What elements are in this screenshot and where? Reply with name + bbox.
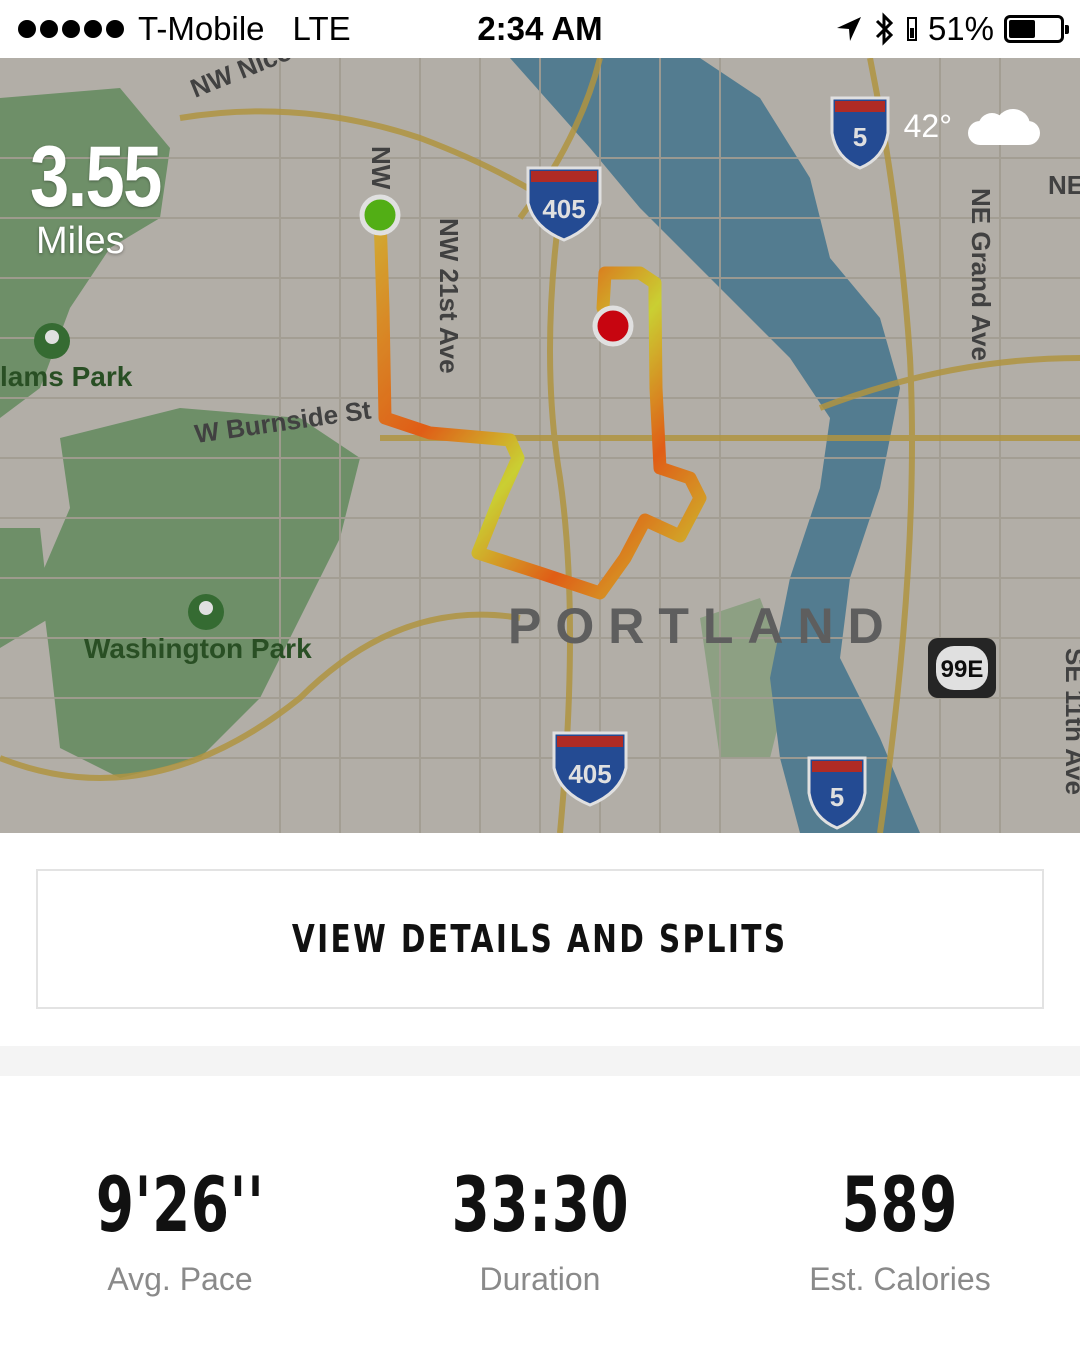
svg-text:405: 405 [542,194,585,224]
battery-fill [1009,20,1035,38]
stat-label: Duration [479,1261,601,1297]
distance-value: 3.55 [30,129,162,225]
stat-avg-pace: 9'26'' Avg. Pace [0,1160,360,1298]
stat-label: Est. Calories [809,1261,991,1297]
map-label-portland: PORTLAND [508,598,898,654]
stat-label: Avg. Pace [107,1261,253,1297]
view-details-label: VIEW DETAILS AND SPLITS [292,917,788,961]
svg-text:99E: 99E [941,656,984,683]
map-label-ne: NE [1048,170,1080,200]
map-canvas: NW Nicolai NW NW 21st Ave W Burnside St … [0,58,1080,833]
stat-value: 9'26'' [95,1160,265,1249]
route-map[interactable]: NW Nicolai NW NW 21st Ave W Burnside St … [0,58,1080,833]
cloud-icon [968,108,1040,145]
bluetooth-icon [875,12,894,46]
stat-duration: 33:30 Duration [360,1160,720,1298]
location-arrow-icon [836,17,861,41]
status-bar: T-Mobile LTE 2:34 AM 51% [0,0,1080,58]
weather: 42° [904,108,1040,145]
route-start-marker [359,194,401,236]
svg-text:5: 5 [853,122,867,152]
temperature: 42° [903,108,952,144]
map-label-se-11th: SE 11th Ave [1060,648,1080,795]
svg-text:5: 5 [830,782,844,812]
battery-charge-small-icon [906,17,917,41]
view-details-button[interactable]: VIEW DETAILS AND SPLITS [36,869,1044,1009]
workout-stats: 9'26'' Avg. Pace 33:30 Duration 589 Est.… [0,1160,1080,1298]
stat-value: 589 [841,1160,959,1249]
map-label-adams-park: lams Park [0,361,133,392]
battery-icon [1004,15,1069,43]
section-divider [0,1046,1080,1076]
status-right: 51% [834,10,1069,48]
map-label-washington-park: Washington Park [84,633,312,664]
us-route-shield-icon: 99E [928,638,996,698]
route-end-marker [592,305,634,347]
map-label-nw-21st: NW 21st Ave [434,218,464,374]
stat-value: 33:30 [451,1160,629,1249]
battery-percent: 51% [927,10,994,47]
stat-calories: 589 Est. Calories [720,1160,1080,1298]
svg-text:405: 405 [568,759,611,789]
distance-unit: Miles [36,220,125,262]
map-label-nw: NW [366,146,396,190]
map-label-ne-grand: NE Grand Ave [966,188,996,361]
